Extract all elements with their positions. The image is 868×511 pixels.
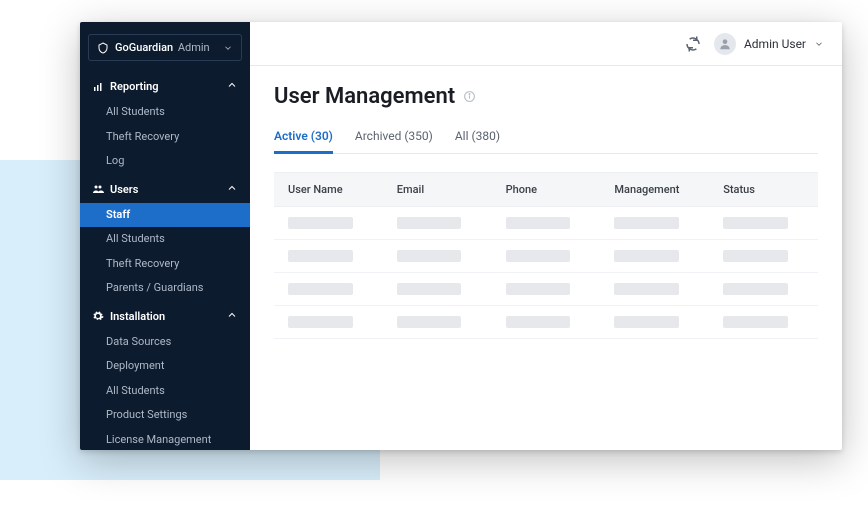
chevron-up-icon — [226, 182, 238, 197]
users-icon — [92, 183, 104, 195]
user-table: User NameEmailPhoneManagementStatus — [274, 172, 818, 339]
table-cell — [383, 306, 492, 338]
table-cell — [274, 273, 383, 305]
person-icon — [718, 37, 732, 51]
table-cell — [709, 240, 818, 272]
skeleton-placeholder — [506, 283, 571, 295]
section-header-installation[interactable]: Installation — [80, 301, 250, 330]
chevron-up-icon — [226, 79, 238, 94]
sidebar-item-license-management[interactable]: License Management — [80, 428, 250, 451]
skeleton-placeholder — [614, 283, 679, 295]
sidebar-item-parents-guardians[interactable]: Parents / Guardians — [80, 276, 250, 301]
table-cell — [709, 306, 818, 338]
skeleton-placeholder — [723, 250, 788, 262]
skeleton-placeholder — [506, 316, 571, 328]
app-window: GoGuardian Admin ReportingAll StudentsTh… — [80, 22, 842, 450]
section-label: Reporting — [110, 80, 159, 93]
gear-icon — [92, 310, 104, 322]
tab-archived[interactable]: Archived (350) — [355, 123, 433, 153]
table-row[interactable] — [274, 240, 818, 273]
table-header: User NameEmailPhoneManagementStatus — [274, 172, 818, 207]
skeleton-placeholder — [614, 217, 679, 229]
sidebar-item-all-students[interactable]: All Students — [80, 100, 250, 125]
skeleton-placeholder — [288, 283, 353, 295]
topbar: Admin User — [250, 22, 842, 66]
sidebar-item-log[interactable]: Log — [80, 149, 250, 174]
brand-sub: Admin — [178, 41, 210, 54]
table-cell — [492, 240, 601, 272]
table-cell — [492, 273, 601, 305]
sidebar-item-all-students[interactable]: All Students — [80, 227, 250, 252]
table-cell — [709, 207, 818, 239]
skeleton-placeholder — [288, 250, 353, 262]
col-status[interactable]: Status — [709, 173, 818, 206]
table-cell — [600, 240, 709, 272]
brand-switcher[interactable]: GoGuardian Admin — [88, 34, 242, 61]
section-label: Users — [110, 183, 138, 196]
avatar — [714, 33, 736, 55]
tabs: Active (30) Archived (350) All (380) — [274, 123, 818, 154]
skeleton-placeholder — [397, 283, 462, 295]
skeleton-placeholder — [723, 283, 788, 295]
section-label: Installation — [110, 310, 165, 323]
table-cell — [274, 306, 383, 338]
skeleton-placeholder — [614, 316, 679, 328]
sidebar-item-data-sources[interactable]: Data Sources — [80, 330, 250, 355]
skeleton-placeholder — [723, 217, 788, 229]
table-cell — [600, 306, 709, 338]
table-cell — [492, 306, 601, 338]
table-cell — [492, 207, 601, 239]
refresh-icon[interactable] — [684, 35, 702, 53]
col-phone[interactable]: Phone — [492, 173, 601, 206]
tab-active[interactable]: Active (30) — [274, 123, 333, 153]
bar-chart-icon — [92, 81, 104, 93]
skeleton-placeholder — [288, 217, 353, 229]
table-row[interactable] — [274, 207, 818, 240]
table-cell — [383, 240, 492, 272]
table-cell — [600, 273, 709, 305]
table-row[interactable] — [274, 306, 818, 339]
sidebar-item-all-students[interactable]: All Students — [80, 379, 250, 404]
sidebar-item-staff[interactable]: Staff — [80, 203, 250, 228]
section-header-reporting[interactable]: Reporting — [80, 71, 250, 100]
table-cell — [383, 273, 492, 305]
content: User Management Active (30) Archived (350… — [250, 66, 842, 357]
col-email[interactable]: Email — [383, 173, 492, 206]
sidebar-item-theft-recovery[interactable]: Theft Recovery — [80, 125, 250, 150]
table-cell — [383, 207, 492, 239]
table-cell — [274, 207, 383, 239]
user-menu[interactable]: Admin User — [714, 33, 824, 55]
section-header-users[interactable]: Users — [80, 174, 250, 203]
tab-all[interactable]: All (380) — [455, 123, 500, 153]
chevron-down-icon — [814, 39, 824, 49]
brand-name: GoGuardian — [115, 41, 173, 54]
table-row[interactable] — [274, 273, 818, 306]
table-cell — [274, 240, 383, 272]
chevron-up-icon — [226, 309, 238, 324]
info-icon[interactable] — [463, 90, 476, 103]
col-management[interactable]: Management — [600, 173, 709, 206]
chevron-down-icon — [223, 43, 233, 53]
skeleton-placeholder — [506, 217, 571, 229]
sidebar: GoGuardian Admin ReportingAll StudentsTh… — [80, 22, 250, 450]
skeleton-placeholder — [614, 250, 679, 262]
table-cell — [709, 273, 818, 305]
shield-icon — [97, 42, 109, 54]
skeleton-placeholder — [506, 250, 571, 262]
main-panel: Admin User User Management Active (30) Ar… — [250, 22, 842, 450]
skeleton-placeholder — [288, 316, 353, 328]
col-user-name[interactable]: User Name — [274, 173, 383, 206]
table-cell — [600, 207, 709, 239]
skeleton-placeholder — [723, 316, 788, 328]
page-title: User Management — [274, 84, 455, 109]
user-name: Admin User — [744, 37, 806, 51]
skeleton-placeholder — [397, 250, 462, 262]
sidebar-item-deployment[interactable]: Deployment — [80, 354, 250, 379]
skeleton-placeholder — [397, 217, 462, 229]
skeleton-placeholder — [397, 316, 462, 328]
sidebar-item-product-settings[interactable]: Product Settings — [80, 403, 250, 428]
sidebar-item-theft-recovery[interactable]: Theft Recovery — [80, 252, 250, 277]
